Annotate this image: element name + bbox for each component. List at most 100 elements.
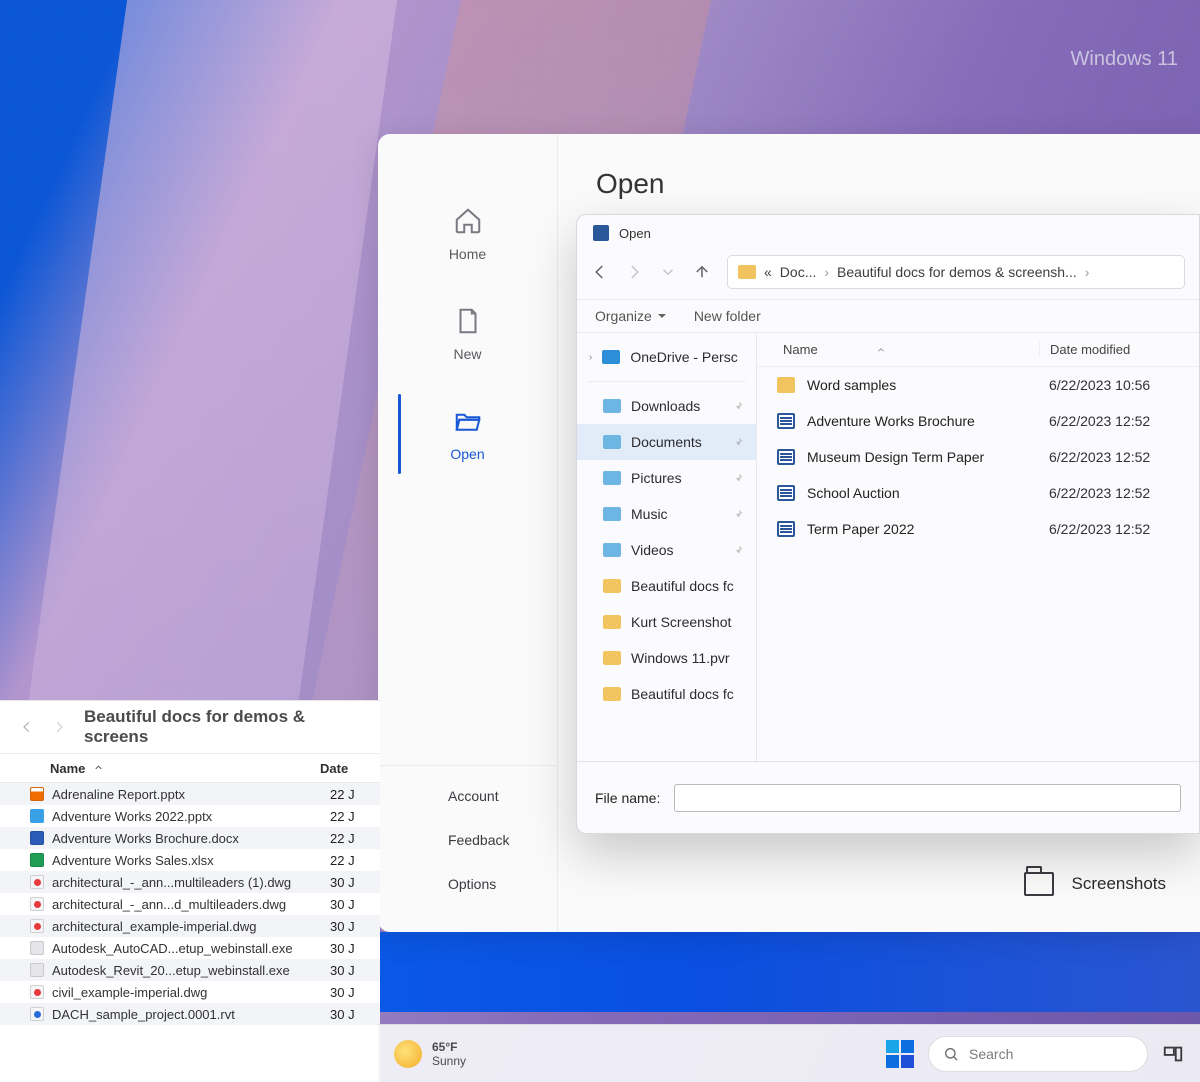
new-folder-button[interactable]: New folder	[694, 308, 761, 324]
sidebar-item-folder[interactable]: Beautiful docs fc	[577, 676, 756, 712]
file-row[interactable]: architectural_-_ann...multileaders (1).d…	[0, 871, 380, 893]
feedback-link[interactable]: Feedback	[378, 818, 558, 862]
dialog-nav: « Doc... › Beautiful docs for demos & sc…	[577, 251, 1199, 299]
weather-widget[interactable]: 65°F Sunny	[394, 1040, 466, 1068]
folder-icon	[777, 377, 795, 393]
file-name: DACH_sample_project.0001.rvt	[52, 1007, 330, 1022]
organize-dropdown[interactable]: Organize	[595, 308, 666, 324]
file-row[interactable]: Adventure Works Brochure 6/22/2023 12:52	[757, 403, 1199, 439]
search-icon	[943, 1046, 959, 1062]
column-date[interactable]: Date	[320, 761, 360, 776]
sidebar-label: Open	[450, 446, 484, 462]
music-icon	[603, 507, 621, 521]
chevron-right-icon: ›	[589, 352, 592, 363]
file-row[interactable]: School Auction6/22/2023 12:52	[757, 475, 1199, 511]
dialog-footer: File name:	[577, 761, 1199, 833]
file-row[interactable]: Autodesk_AutoCAD...etup_webinstall.exe30…	[0, 937, 380, 959]
sidebar-item-downloads[interactable]: Downloads	[577, 388, 756, 424]
file-date: 30 J	[330, 897, 370, 912]
file-row[interactable]: Word samples6/22/2023 10:56	[757, 367, 1199, 403]
sidebar-item-onedrive[interactable]: › OneDrive - Persc	[577, 339, 756, 375]
file-row[interactable]: Adrenaline Report.pptx22 J	[0, 783, 380, 805]
file-date: 22 J	[330, 787, 370, 802]
dialog-sidebar: › OneDrive - Persc Downloads Documents P…	[577, 333, 757, 763]
back-button[interactable]	[591, 263, 609, 281]
sidebar-label: Windows 11.pvr	[631, 650, 730, 666]
file-name: civil_example-imperial.dwg	[52, 985, 330, 1000]
file-name: Autodesk_AutoCAD...etup_webinstall.exe	[52, 941, 330, 956]
file-row[interactable]: civil_example-imperial.dwg30 J	[0, 981, 380, 1003]
forward-button[interactable]	[625, 263, 643, 281]
sidebar-item-pictures[interactable]: Pictures	[577, 460, 756, 496]
breadcrumb-part[interactable]: Beautiful docs for demos & screensh...	[837, 264, 1077, 280]
file-name: Word samples	[807, 377, 896, 393]
sidebar-label: Kurt Screenshot	[631, 614, 731, 630]
temperature: 65°F	[432, 1040, 466, 1054]
chevron-right-icon: ›	[824, 264, 829, 280]
recent-dropdown[interactable]	[659, 263, 677, 281]
file-name: Adventure Works Sales.xlsx	[52, 853, 330, 868]
up-button[interactable]	[693, 263, 711, 281]
sidebar-item-folder[interactable]: Beautiful docs fc	[577, 568, 756, 604]
file-name: Autodesk_Revit_20...etup_webinstall.exe	[52, 963, 330, 978]
os-watermark: Windows 11	[1071, 48, 1178, 71]
account-link[interactable]: Account	[378, 774, 558, 818]
sidebar-label: Beautiful docs fc	[631, 578, 734, 594]
sidebar-item-home[interactable]: Home	[378, 184, 557, 284]
sidebar-item-folder[interactable]: Windows 11.pvr	[577, 640, 756, 676]
dialog-toolbar: Organize New folder	[577, 299, 1199, 333]
chevron-right-icon: ›	[1085, 264, 1090, 280]
file-row[interactable]: DACH_sample_project.0001.rvt30 J	[0, 1003, 380, 1025]
docx-icon	[777, 485, 795, 501]
task-view-button[interactable]	[1162, 1043, 1184, 1065]
breadcrumb-part[interactable]: Doc...	[780, 264, 817, 280]
pin-icon	[732, 472, 744, 484]
sort-caret-icon	[876, 345, 886, 355]
taskbar-search[interactable]: Search	[928, 1036, 1148, 1072]
file-row[interactable]: Term Paper 20226/22/2023 12:52	[757, 511, 1199, 547]
dwg-icon	[30, 897, 44, 911]
file-list: Name Date modified Word samples6/22/2023…	[757, 333, 1199, 763]
file-row[interactable]: architectural_example-imperial.dwg30 J	[0, 915, 380, 937]
folder-icon	[603, 579, 621, 593]
rvt-icon	[30, 1007, 44, 1021]
xlsx-icon	[30, 853, 44, 867]
sidebar-item-videos[interactable]: Videos	[577, 532, 756, 568]
screenshots-folder[interactable]: Screenshots	[990, 836, 1200, 932]
sidebar-item-folder[interactable]: Kurt Screenshot	[577, 604, 756, 640]
word-bottom-menu: Account Feedback Options	[378, 765, 558, 906]
sidebar-item-open[interactable]: Open	[378, 384, 557, 484]
folder-icon	[603, 615, 621, 629]
start-button[interactable]	[886, 1040, 914, 1068]
pin-icon	[732, 508, 744, 520]
breadcrumb-ellipsis: «	[764, 264, 772, 280]
docx-icon	[777, 449, 795, 465]
column-name[interactable]: Name	[783, 342, 818, 357]
sidebar-item-new[interactable]: New	[378, 284, 557, 384]
back-button[interactable]	[20, 720, 34, 734]
file-row[interactable]: architectural_-_ann...d_multileaders.dwg…	[0, 893, 380, 915]
forward-button[interactable]	[52, 720, 66, 734]
breadcrumb[interactable]: « Doc... › Beautiful docs for demos & sc…	[727, 255, 1185, 289]
window-title: Beautiful docs for demos & screens	[84, 707, 360, 747]
videos-icon	[603, 543, 621, 557]
sidebar-item-documents[interactable]: Documents	[577, 424, 756, 460]
sidebar-label: Pictures	[631, 470, 682, 486]
file-row[interactable]: Adventure Works 2022.pptx22 J	[0, 805, 380, 827]
sidebar-item-music[interactable]: Music	[577, 496, 756, 532]
column-name[interactable]: Name	[50, 761, 85, 776]
options-link[interactable]: Options	[378, 862, 558, 906]
file-date: 6/22/2023 12:52	[1039, 413, 1199, 429]
file-row[interactable]: Adventure Works Brochure.docx22 J	[0, 827, 380, 849]
file-date: 30 J	[330, 941, 370, 956]
file-row[interactable]: Autodesk_Revit_20...etup_webinstall.exe3…	[0, 959, 380, 981]
file-row[interactable]: Museum Design Term Paper6/22/2023 12:52	[757, 439, 1199, 475]
file-date: 30 J	[330, 919, 370, 934]
file-name: Adventure Works Brochure	[807, 413, 975, 429]
folder-icon	[1024, 872, 1054, 896]
file-row[interactable]: Adventure Works Sales.xlsx22 J	[0, 849, 380, 871]
filename-input[interactable]	[674, 784, 1181, 812]
exe-icon	[30, 963, 44, 977]
file-name: architectural_-_ann...multileaders (1).d…	[52, 875, 330, 890]
column-date[interactable]: Date modified	[1039, 342, 1199, 357]
